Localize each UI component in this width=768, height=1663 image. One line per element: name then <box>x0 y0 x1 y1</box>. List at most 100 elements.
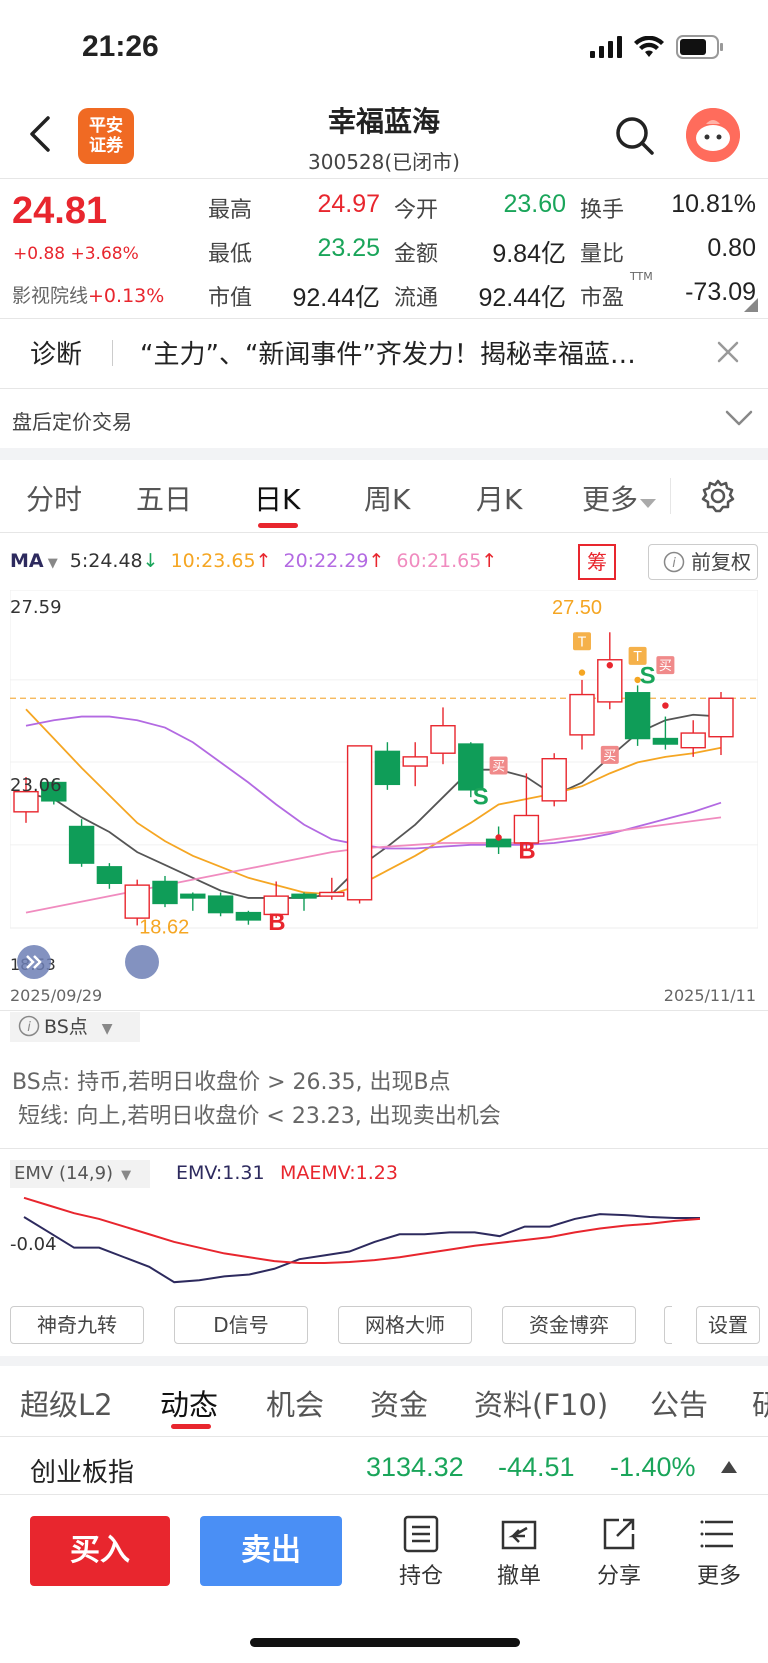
grid-master-button[interactable]: 网格大师 <box>338 1306 472 1344</box>
date-end: 2025/11/11 <box>663 986 756 1005</box>
tab-f10[interactable]: 资料(F10) <box>474 1382 608 1424</box>
diagnosis-text[interactable]: “主力”、“新闻事件”齐发力！揭秘幸福蓝… <box>140 334 700 371</box>
candle <box>346 745 373 904</box>
tab-five-day[interactable]: 五日 <box>136 478 192 518</box>
settings-gear-icon[interactable] <box>700 478 736 514</box>
mktcap-value: 92.44亿 <box>292 284 380 312</box>
tab-super-l2[interactable]: 超级L2 <box>20 1382 113 1424</box>
open-value: 23.60 <box>503 190 566 218</box>
sell-signal-s: S <box>473 784 489 811</box>
chevron-down-icon[interactable] <box>724 408 754 428</box>
kline-chart[interactable]: 27.5018.62 BBSSTT买买买 <box>10 590 758 980</box>
close-icon[interactable] <box>716 340 740 364</box>
expand-corner-icon[interactable] <box>744 298 758 312</box>
chart-divider <box>0 1010 768 1011</box>
d-signal-button[interactable]: D信号 <box>174 1306 308 1344</box>
expand-up-icon[interactable] <box>720 1460 738 1474</box>
turnover-value: 10.81% <box>671 190 756 218</box>
share-label: 分享 <box>596 1564 641 1589</box>
tab-opportunity[interactable]: 机会 <box>266 1382 324 1424</box>
ma-lines <box>25 708 722 914</box>
candle-body <box>430 725 456 754</box>
maemv-value: MAEMV:1.23 <box>280 1162 398 1184</box>
status-icons <box>590 34 724 60</box>
sell-button[interactable]: 卖出 <box>200 1516 342 1586</box>
ma-label: MA ▼ <box>10 550 58 572</box>
cancel-order-label: 撤单 <box>496 1564 541 1589</box>
candle <box>152 875 178 908</box>
tab-daily-k[interactable]: 日K <box>254 478 300 518</box>
sector-info[interactable]: 影视院线+0.13% <box>12 281 164 308</box>
tab-intraday[interactable]: 分时 <box>26 478 82 518</box>
tab-weekly-k[interactable]: 周K <box>364 478 410 518</box>
diagnosis-separator <box>112 340 113 366</box>
index-value: 3134.32 <box>366 1452 464 1482</box>
turnover-label: 换手 <box>580 198 625 223</box>
search-button[interactable] <box>612 113 658 159</box>
last-price: 24.81 <box>12 190 108 232</box>
candle-body <box>402 756 428 767</box>
emv-axis: -0.04 <box>10 1234 57 1255</box>
bs-line2: 短线: 向上,若明日收盘价 < 23.23, 出现卖出机会 <box>18 1104 501 1129</box>
volume-ratio-value: 0.80 <box>707 234 756 262</box>
index-name[interactable]: 创业板指 <box>30 1452 134 1489</box>
tabs-divider <box>0 532 768 533</box>
emv-selector[interactable]: EMV (14,9) ▼ <box>10 1160 150 1188</box>
info-icon: i <box>663 551 685 573</box>
tab-separator <box>670 478 671 514</box>
candle <box>402 742 428 787</box>
ma20-line <box>25 715 722 850</box>
tab-monthly-k[interactable]: 月K <box>476 478 522 518</box>
cancel-order-button[interactable]: 撤单 <box>484 1514 554 1590</box>
buy-signal-b: B <box>268 909 285 936</box>
search-icon <box>616 117 654 155</box>
buy-button[interactable]: 买入 <box>30 1516 170 1586</box>
more-button[interactable]: 更多 <box>684 1514 754 1590</box>
candle <box>319 877 345 900</box>
candle <box>68 819 95 867</box>
settings-button[interactable]: 设置 <box>696 1306 760 1344</box>
candle <box>597 632 623 710</box>
bs-point-selector[interactable]: i BS点 ▼ <box>10 1012 140 1042</box>
high-label: 最高 <box>208 198 253 223</box>
amount-label: 金额 <box>394 242 439 267</box>
undo-icon <box>501 1520 537 1550</box>
chip-distribution-button[interactable]: 筹 <box>578 544 616 580</box>
open-label: 今开 <box>394 198 439 223</box>
candle-body <box>180 893 206 899</box>
adjust-mode-button[interactable]: i 前复权 <box>648 544 758 580</box>
after-hours-trading[interactable]: 盘后定价交易 <box>12 406 132 435</box>
tab-news[interactable]: 动态 <box>160 1382 218 1424</box>
axis-high: 27.59 <box>10 597 62 618</box>
ma60-value: 60:21.65↑ <box>396 550 498 572</box>
candles <box>13 632 734 926</box>
positions-label: 持仓 <box>398 1564 443 1589</box>
fund-game-button[interactable]: 资金博弈 <box>502 1306 636 1344</box>
scroll-left-icon[interactable] <box>16 944 52 980</box>
tab-more[interactable]: 更多 <box>582 478 657 518</box>
candle <box>235 910 262 925</box>
avatar[interactable] <box>686 108 740 162</box>
ma-legend[interactable]: MA ▼ 5:24.48↓ 10:23.65↑ 20:22.29↑ 60:21.… <box>10 550 497 572</box>
tab-announcement[interactable]: 公告 <box>650 1382 708 1424</box>
t-marker: T <box>577 635 586 650</box>
tab-research[interactable]: 研 <box>752 1382 768 1424</box>
more-label: 更多 <box>696 1564 741 1589</box>
candle <box>569 679 595 750</box>
positions-button[interactable]: 持仓 <box>386 1514 456 1590</box>
svg-text:i: i <box>672 556 676 571</box>
diagnosis-label[interactable]: 诊断 <box>30 334 82 371</box>
active-tab-indicator <box>258 523 298 528</box>
ma10-value: 10:23.65↑ <box>170 550 272 572</box>
mktcap-label: 市值 <box>208 286 253 311</box>
battery-icon <box>676 35 723 59</box>
bs-divider <box>0 1148 768 1149</box>
emv-chart[interactable] <box>10 1190 758 1300</box>
interval-select-icon[interactable] <box>124 944 160 980</box>
share-button[interactable]: 分享 <box>584 1514 654 1590</box>
magic-nine-button[interactable]: 神奇九转 <box>10 1306 144 1344</box>
candle-body <box>152 880 178 905</box>
candle-body <box>374 750 401 786</box>
buy-tag: 买 <box>603 749 616 764</box>
tab-funds[interactable]: 资金 <box>370 1382 428 1424</box>
